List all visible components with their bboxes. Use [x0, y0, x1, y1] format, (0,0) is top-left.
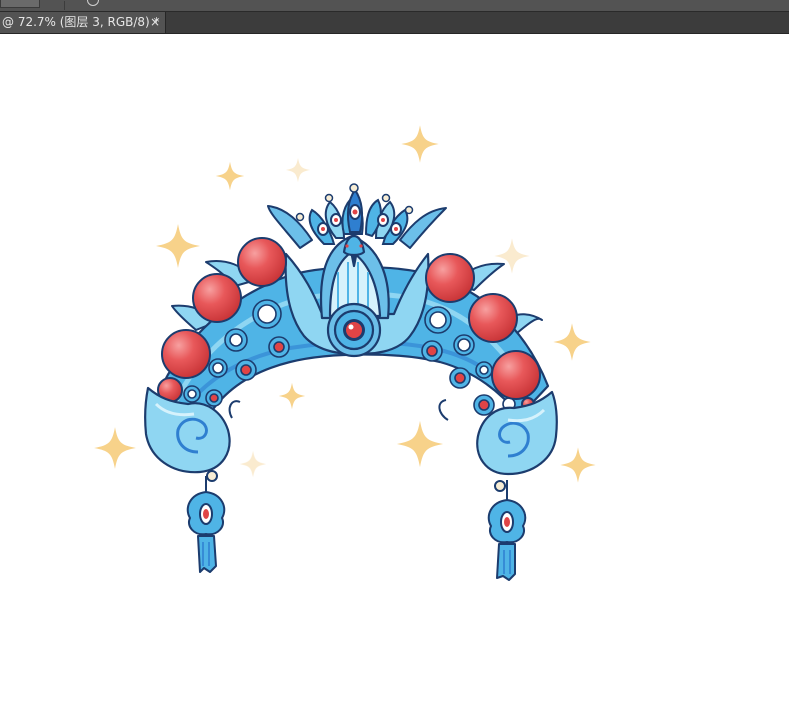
- sparkle-icon: [285, 157, 311, 183]
- sparkle-icon: [553, 323, 591, 361]
- document-tab[interactable]: @ 72.7% (图层 3, RGB/8) * ×: [0, 12, 166, 33]
- options-bar-strip: [0, 0, 789, 12]
- red-pompom: [468, 293, 518, 343]
- options-button[interactable]: [0, 0, 40, 8]
- sparkle-icon: [278, 382, 306, 410]
- red-pompom: [425, 253, 475, 303]
- circle-tool-icon[interactable]: [87, 0, 99, 6]
- red-pompom: [491, 350, 541, 400]
- sparkle-icon: [239, 450, 267, 478]
- sparkle-icon: [494, 238, 530, 274]
- feather-crest: [308, 188, 409, 245]
- toolbar-divider: [64, 1, 65, 10]
- sparkle-icon: [94, 427, 136, 469]
- sparkle-icon: [215, 161, 245, 191]
- phoenix-crown-artwork: [94, 125, 596, 581]
- sparkle-icon: [156, 224, 200, 268]
- red-pompom: [161, 329, 211, 379]
- phoenix-body: [284, 234, 430, 358]
- sparkle-icon: [401, 125, 439, 163]
- document-tab-bar: @ 72.7% (图层 3, RGB/8) * ×: [0, 12, 789, 34]
- document-canvas[interactable]: [0, 34, 789, 711]
- tassels: [186, 470, 527, 581]
- red-pompom: [192, 273, 242, 323]
- sparkle-icon: [396, 420, 444, 468]
- document-tab-title: @ 72.7% (图层 3, RGB/8) *: [2, 15, 160, 29]
- close-tab-icon[interactable]: ×: [150, 12, 160, 33]
- sparkle-icon: [560, 447, 596, 483]
- red-pompom: [237, 237, 287, 287]
